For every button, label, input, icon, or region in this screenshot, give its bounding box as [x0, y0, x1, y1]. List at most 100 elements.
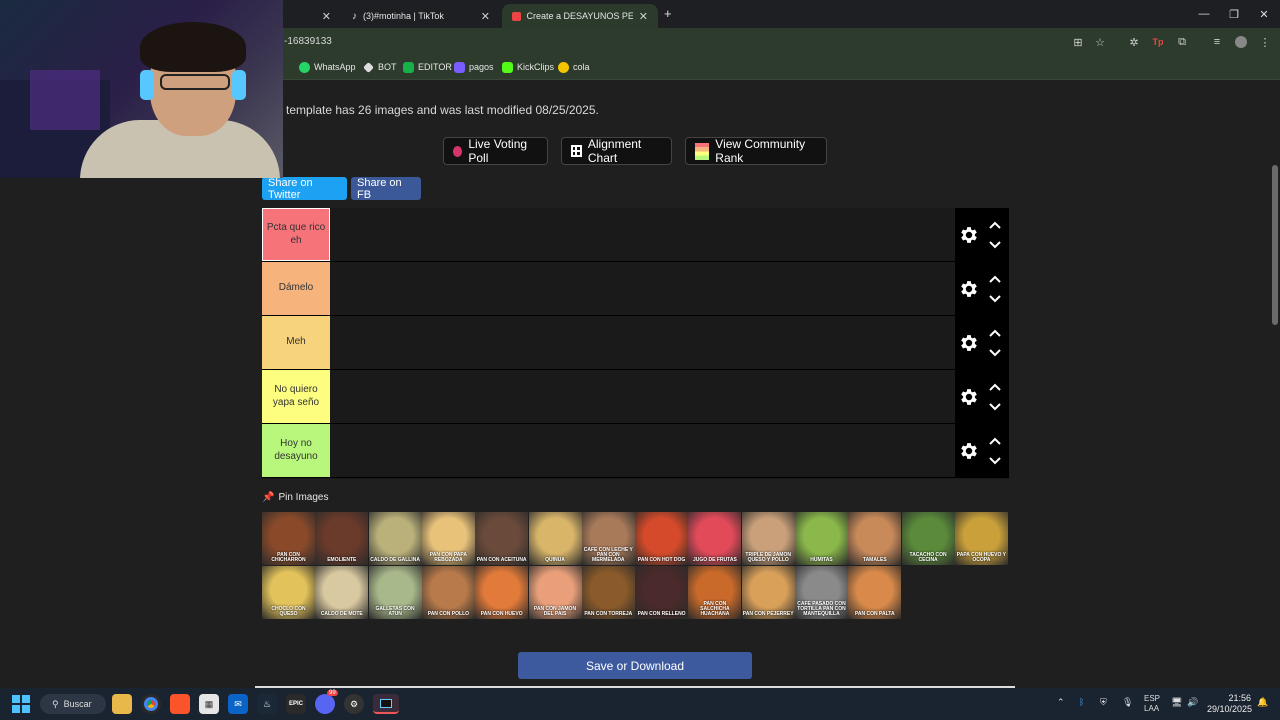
- tier-label[interactable]: Dámelo: [262, 262, 330, 315]
- tier-drop-zone[interactable]: [330, 424, 955, 477]
- live-voting-poll-button[interactable]: Live Voting Poll: [443, 137, 548, 165]
- new-tab-button[interactable]: +: [664, 6, 672, 21]
- chevron-down-icon[interactable]: [988, 456, 1002, 466]
- app-icon[interactable]: ⚙: [344, 694, 364, 714]
- tab-tiktok[interactable]: ♪ (3)#motinha | TikTok ✕: [342, 4, 500, 28]
- chevron-up-icon[interactable]: [988, 220, 1002, 230]
- chevron-up-icon[interactable]: [988, 274, 1002, 284]
- food-image[interactable]: TRIPLE DE JAMON QUESO Y POLLO: [741, 512, 795, 565]
- food-image[interactable]: PAN CON HOT DOG: [635, 512, 689, 565]
- food-image[interactable]: PAN CON JAMON DEL PAIS: [528, 566, 582, 619]
- bookmark-bot[interactable]: BOT: [363, 60, 397, 74]
- food-image[interactable]: PAN CON SALCHICHA HUACHANA: [688, 566, 742, 619]
- bookmark-star-icon[interactable]: ☆: [1092, 34, 1108, 50]
- volume-icon[interactable]: 🔊: [1187, 697, 1198, 708]
- food-image[interactable]: PAN CON ACEITUNA: [475, 512, 529, 565]
- brave-icon[interactable]: [170, 694, 190, 714]
- taskbar-search[interactable]: ⚲ Buscar: [40, 694, 106, 714]
- url-text[interactable]: -16839133: [284, 36, 332, 47]
- translate-icon[interactable]: ⊞: [1070, 34, 1086, 50]
- gear-icon[interactable]: [958, 386, 980, 408]
- food-image[interactable]: CAFE CON LECHE Y PAN CON MERMELADA: [581, 512, 635, 565]
- extension-tp-icon[interactable]: Tp: [1150, 34, 1166, 50]
- tier-drop-zone[interactable]: [330, 316, 955, 369]
- bookmark-whatsapp[interactable]: WhatsApp: [299, 60, 356, 74]
- store-icon[interactable]: ▦: [199, 694, 219, 714]
- gear-icon[interactable]: [958, 224, 980, 246]
- close-tab-icon[interactable]: ✕: [639, 10, 648, 23]
- bookmark-kickclips[interactable]: KickClips: [502, 60, 554, 74]
- obs-active-icon[interactable]: [373, 694, 399, 714]
- tier-label[interactable]: Meh: [262, 316, 330, 369]
- chevron-down-icon[interactable]: [988, 240, 1002, 250]
- file-explorer-icon[interactable]: [112, 694, 132, 714]
- food-image[interactable]: PAN CON TORREJA: [581, 566, 635, 619]
- bluetooth-icon[interactable]: ᛒ: [1079, 697, 1084, 707]
- food-image[interactable]: PAN CON HUEVO: [475, 566, 529, 619]
- food-image[interactable]: QUINUA: [528, 512, 582, 565]
- chevron-up-icon[interactable]: [988, 382, 1002, 392]
- food-image[interactable]: PAN CON PAPA REBOZADA: [421, 512, 475, 565]
- minimize-icon[interactable]: —: [1187, 0, 1221, 28]
- food-image[interactable]: CALDO DE MOTE: [315, 566, 369, 619]
- tier-drop-zone[interactable]: [330, 370, 955, 423]
- media-icon[interactable]: ≡: [1209, 34, 1225, 50]
- gear-icon[interactable]: [958, 278, 980, 300]
- extension-icon[interactable]: ✲: [1126, 34, 1142, 50]
- food-image[interactable]: PAN CON RELLENO: [635, 566, 689, 619]
- notifications-icon[interactable]: 🔔: [1257, 697, 1268, 708]
- tray-chevron-icon[interactable]: ⌃: [1057, 697, 1065, 708]
- save-download-button[interactable]: Save or Download: [518, 652, 752, 679]
- chevron-down-icon[interactable]: [988, 348, 1002, 358]
- bookmark-pagos[interactable]: pagos: [454, 60, 494, 74]
- share-twitter-button[interactable]: Share on Twitter: [262, 177, 347, 201]
- chevron-up-icon[interactable]: [988, 328, 1002, 338]
- tier-drop-zone[interactable]: [330, 208, 955, 261]
- food-image[interactable]: PAN CON POLLO: [421, 566, 475, 619]
- discord-icon[interactable]: 99: [315, 690, 338, 714]
- chevron-down-icon[interactable]: [988, 402, 1002, 412]
- food-image[interactable]: GALLETAS CON ATUN: [368, 566, 422, 619]
- food-image[interactable]: CHOCLO CON QUESO: [262, 566, 315, 619]
- chrome-icon[interactable]: [141, 694, 161, 714]
- tab-tiermaker[interactable]: Create a DESAYUNOS PERUANO ✕: [502, 4, 658, 28]
- food-image[interactable]: PAN CON PEJERREY: [741, 566, 795, 619]
- bookmark-cola[interactable]: cola: [558, 60, 590, 74]
- food-image[interactable]: TACACHO CON CECINA: [901, 512, 955, 565]
- food-image[interactable]: HUMITAS: [795, 512, 848, 565]
- restore-icon[interactable]: ❐: [1217, 0, 1251, 28]
- steam-icon[interactable]: ♨: [257, 694, 277, 714]
- microphone-icon[interactable]: 🎙: [1122, 697, 1133, 708]
- pin-images-toggle[interactable]: 📌 Pin Images: [262, 492, 328, 503]
- close-tab-icon[interactable]: ✕: [322, 10, 331, 23]
- windows-start-icon[interactable]: [12, 695, 30, 713]
- food-image[interactable]: CALDO DE GALLINA: [368, 512, 422, 565]
- gear-icon[interactable]: [958, 332, 980, 354]
- profile-avatar[interactable]: [1233, 34, 1249, 50]
- clock[interactable]: 21:56 29/10/2025: [1207, 693, 1252, 715]
- chevron-down-icon[interactable]: [988, 294, 1002, 304]
- language-indicator[interactable]: ESP LAA: [1144, 694, 1160, 715]
- tier-label[interactable]: Hoy no desayuno: [262, 424, 330, 477]
- food-image[interactable]: CAFE PASADO CON TORTILLA PAN CON MANTEQU…: [795, 566, 848, 619]
- menu-icon[interactable]: ⋮: [1257, 34, 1273, 50]
- tier-drop-zone[interactable]: [330, 262, 955, 315]
- puzzle-icon[interactable]: ⧉: [1174, 34, 1190, 50]
- alignment-chart-button[interactable]: Alignment Chart: [561, 137, 672, 165]
- view-community-rank-button[interactable]: View Community Rank: [685, 137, 827, 165]
- network-icon[interactable]: 🖥: [1171, 697, 1182, 708]
- chevron-up-icon[interactable]: [988, 436, 1002, 446]
- bookmark-editor[interactable]: EDITOR: [403, 60, 452, 74]
- food-image[interactable]: PAPA CON HUEVO Y OCOPA: [954, 512, 1008, 565]
- tab-1[interactable]: ✕: [283, 4, 341, 28]
- close-tab-icon[interactable]: ✕: [481, 10, 490, 23]
- mail-icon[interactable]: ✉: [228, 694, 248, 714]
- close-window-icon[interactable]: ✕: [1247, 0, 1280, 28]
- food-image[interactable]: PAN CON PALTA: [848, 566, 902, 619]
- epic-games-icon[interactable]: EPIC: [286, 694, 306, 714]
- food-image[interactable]: PAN CON CHICHARRON: [262, 512, 315, 565]
- share-fb-button[interactable]: Share on FB: [351, 177, 421, 201]
- defender-icon[interactable]: ⛨: [1100, 697, 1107, 708]
- scrollbar-thumb[interactable]: [1272, 165, 1278, 325]
- tier-label[interactable]: No quiero yapa seño: [262, 370, 330, 423]
